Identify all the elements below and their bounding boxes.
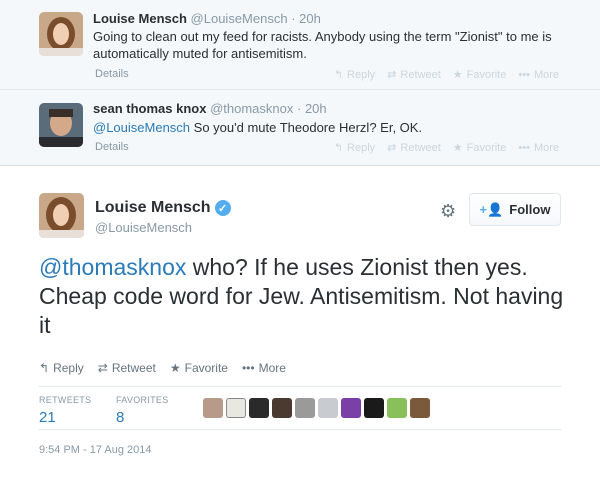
tweet-text: @LouiseMensch So you'd mute Theodore Her… (93, 119, 573, 136)
tweet-author[interactable]: Louise Mensch ✓ (95, 199, 231, 217)
more-dots-icon: ••• (241, 361, 255, 375)
reply-label: Reply (347, 68, 376, 81)
reply-icon: ↰ (333, 69, 344, 81)
reply-action[interactable]: ↰ Reply (39, 361, 84, 375)
reply-label: Reply (53, 361, 84, 375)
more-label: More (533, 141, 559, 154)
avatar[interactable] (226, 398, 246, 418)
avatar[interactable] (249, 398, 269, 418)
favorite-action[interactable]: ★ Favorite (452, 141, 507, 155)
tweet-stats: RETWEETS 21 FAVORITES 8 (39, 386, 561, 430)
gear-icon[interactable]: ⚙ (440, 202, 458, 220)
fullname[interactable]: Louise Mensch (93, 11, 187, 26)
favorite-action[interactable]: ★ Favorite (452, 68, 507, 82)
avatar[interactable] (272, 398, 292, 418)
avatar[interactable] (295, 398, 315, 418)
more-dots-icon: ••• (518, 141, 530, 154)
avatar[interactable] (387, 398, 407, 418)
retweet-icon: ⇄ (97, 361, 108, 375)
reply-action[interactable]: ↰ Reply (333, 141, 376, 155)
tweet-timestamp[interactable]: 9:54 PM - 17 Aug 2014 (39, 444, 152, 456)
tweet-actions: ↰ Reply ⇄ Retweet ★ Favorite ••• More (322, 68, 559, 82)
follow-button[interactable]: +👤 Follow (469, 193, 561, 226)
favorite-label: Favorite (466, 141, 507, 154)
favorite-action[interactable]: ★ Favorite (170, 361, 228, 375)
tweet-text: Going to clean out my feed for racists. … (93, 29, 552, 61)
tweet-header: sean thomas knox @thomasknox · 20h (93, 101, 327, 116)
reply-action[interactable]: ↰ Reply (333, 68, 376, 82)
separator: · (296, 101, 302, 116)
tweet-text: @thomasknox who? If he uses Zionist then… (39, 253, 579, 340)
retweet-label: Retweet (400, 68, 441, 81)
favorites-count: 8 (116, 409, 125, 426)
reply-icon: ↰ (333, 142, 344, 154)
favorites-label: FAVORITES (116, 395, 169, 405)
favorite-star-icon: ★ (452, 142, 463, 154)
retweet-label: Retweet (400, 141, 441, 154)
tweet-time[interactable]: 20h (299, 11, 321, 26)
mention-link[interactable]: @thomasknox (39, 254, 186, 280)
verified-badge-icon: ✓ (214, 200, 231, 216)
avatar[interactable] (364, 398, 384, 418)
tweet-time[interactable]: 20h (305, 101, 327, 116)
tweet-header: Louise Mensch @LouiseMensch · 20h (93, 11, 321, 26)
avatar[interactable] (318, 398, 338, 418)
favorite-star-icon: ★ (169, 361, 181, 375)
retweet-icon: ⇄ (387, 69, 397, 81)
follow-label: Follow (509, 202, 551, 217)
retweets-stat[interactable]: RETWEETS 21 (39, 395, 91, 426)
more-label: More (533, 68, 559, 81)
avatar[interactable] (410, 398, 430, 418)
avatar[interactable] (39, 103, 83, 147)
avatar[interactable] (341, 398, 361, 418)
favorite-label: Favorite (184, 361, 228, 375)
retweets-count: 21 (39, 409, 56, 426)
retweet-icon: ⇄ (387, 142, 397, 154)
fullname[interactable]: Louise Mensch (95, 199, 211, 217)
tweet-actions: ↰ Reply ⇄ Retweet ★ Favorite ••• More (322, 141, 559, 155)
context-tweet-2[interactable]: sean thomas knox @thomasknox · 20h @Loui… (0, 90, 600, 166)
more-action[interactable]: ••• More (242, 361, 286, 375)
username[interactable]: @LouiseMensch (95, 220, 192, 235)
separator: · (291, 11, 296, 26)
fullname[interactable]: sean thomas knox (93, 101, 206, 116)
more-label: More (258, 361, 286, 375)
retweet-label: Retweet (111, 361, 156, 375)
context-tweet-1[interactable]: Louise Mensch @LouiseMensch · 20h Going … (0, 0, 600, 90)
retweet-action[interactable]: ⇄ Retweet (387, 141, 441, 155)
username[interactable]: @thomasknox (210, 101, 293, 116)
tweet-text-body: So you'd mute Theodore Herzl? Er, OK. (190, 120, 423, 135)
favorite-star-icon: ★ (452, 69, 463, 81)
tweet-actions: ↰ Reply ⇄ Retweet ★ Favorite ••• More (39, 361, 286, 375)
more-dots-icon: ••• (518, 68, 530, 81)
mention-link[interactable]: @LouiseMensch (93, 120, 190, 135)
favorites-stat[interactable]: FAVORITES 8 (116, 395, 169, 426)
username[interactable]: @LouiseMensch (191, 11, 288, 26)
retweets-label: RETWEETS (39, 395, 92, 405)
reply-icon: ↰ (39, 361, 50, 375)
favorite-label: Favorite (466, 68, 507, 81)
favoriter-avatars (203, 398, 430, 418)
details-link[interactable]: Details (95, 68, 129, 80)
avatar[interactable] (203, 398, 223, 418)
retweet-action[interactable]: ⇄ Retweet (98, 361, 156, 375)
avatar[interactable] (39, 12, 83, 56)
details-link[interactable]: Details (95, 141, 129, 153)
retweet-action[interactable]: ⇄ Retweet (387, 68, 441, 82)
follow-person-icon: +👤 (479, 201, 504, 217)
more-action[interactable]: ••• More (518, 68, 559, 81)
avatar[interactable] (39, 193, 84, 238)
reply-label: Reply (347, 141, 376, 154)
more-action[interactable]: ••• More (518, 141, 559, 154)
main-tweet: Louise Mensch ✓ @LouiseMensch ⚙ +👤 Follo… (0, 166, 600, 478)
